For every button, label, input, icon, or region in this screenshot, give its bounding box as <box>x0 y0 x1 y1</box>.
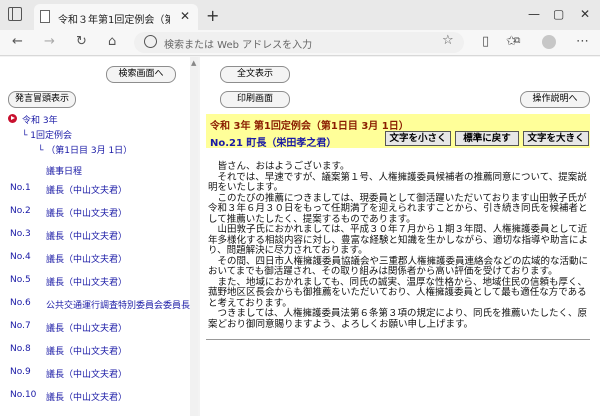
minimize-icon[interactable]: — <box>528 7 540 21</box>
item-label: 議長（中山文夫君） <box>46 186 128 196</box>
scroll-up-arrow-icon[interactable]: ▲ <box>191 59 196 67</box>
speech-paragraph: 皆さん、おはようございます。 <box>217 161 350 172</box>
browser-toolbar: ← → ↻ ⌂ 検索または Web アドレスを入力 ☆ ▯ ✩ ⧉ ⋯ <box>0 30 600 56</box>
item-label: 議長（中山文夫君） <box>46 324 128 334</box>
collections-icon[interactable]: ⧉ <box>514 36 520 46</box>
favorite-star-icon[interactable]: ☆ <box>442 33 454 48</box>
item-number: No.7 <box>10 321 31 331</box>
speech-body: 皆さん、おはようございます。 それでは、早速ですが、議案第１号、人権擁護委員候補… <box>208 161 589 330</box>
list-item[interactable]: No.1 議長（中山文夫君） <box>0 183 190 196</box>
forward-icon[interactable]: → <box>44 34 55 49</box>
item-number: No.4 <box>10 252 31 262</box>
item-label: 議長（中山文夫君） <box>46 278 128 288</box>
item-number: No.3 <box>10 229 31 239</box>
list-item[interactable]: No.5 議長（中山文夫君） <box>0 275 190 288</box>
speech-paragraph: それでは、早速ですが、議案第１号、人権擁護委員候補者の推薦同意について、提案説明… <box>208 171 587 193</box>
address-bar[interactable]: 検索または Web アドレスを入力 <box>134 32 464 53</box>
tree-session[interactable]: └ 1回定例会 <box>22 128 72 141</box>
list-item[interactable]: No.3 議長（中山文夫君） <box>0 229 190 242</box>
speaker-list-button[interactable]: 発言冒頭表示 <box>8 91 76 108</box>
font-reset-button[interactable]: 標準に戻す <box>455 131 519 146</box>
item-label: 公共交通運行調査特別委員会委員長 <box>46 301 191 311</box>
close-window-icon[interactable]: ✕ <box>580 7 590 21</box>
item-number: No.10 <box>10 390 37 400</box>
help-button[interactable]: 操作説明へ <box>520 91 590 108</box>
page-favicon-icon <box>40 10 50 23</box>
item-number: No.5 <box>10 275 31 285</box>
item-label: 議長（中山文夫君） <box>46 209 128 219</box>
tab-title: 令和３年第1回定例会（第1日目 <box>58 15 170 26</box>
item-number: No.6 <box>10 298 31 308</box>
browser-window: 令和３年第1回定例会（第1日目 ✕ + — ▢ ✕ ← → ↻ ⌂ 検索または … <box>0 0 600 416</box>
item-label: 議長（中山文夫君） <box>46 347 128 357</box>
back-icon[interactable]: ← <box>12 34 23 49</box>
maximize-icon[interactable]: ▢ <box>553 7 564 21</box>
list-item[interactable]: No.8 議長（中山文夫君） <box>0 344 190 357</box>
address-placeholder: 検索または Web アドレスを入力 <box>164 40 313 51</box>
item-label: 議長（中山文夫君） <box>46 393 128 403</box>
list-item[interactable]: No.7 議長（中山文夫君） <box>0 321 190 334</box>
list-item[interactable]: No.4 議長（中山文夫君） <box>0 252 190 265</box>
speaker-name: No.21 町長（栄田孝之君） <box>210 138 337 149</box>
browser-tab[interactable]: 令和３年第1回定例会（第1日目 ✕ <box>34 4 198 30</box>
tab-strip: 令和３年第1回定例会（第1日目 ✕ + — ▢ ✕ <box>0 0 600 30</box>
item-label: 議長（中山文夫君） <box>46 255 128 265</box>
font-larger-button[interactable]: 文字を大きく <box>523 131 589 146</box>
item-label: 議長（中山文夫君） <box>46 232 128 242</box>
speech-paragraph: その間、四日市人権擁護委員協議会や三重郡人権擁護委員連絡会などの広域的な活動にお… <box>208 255 589 277</box>
session-header: 令和 3年 第1回定例会（第1日目 3月 1日） No.21 町長（栄田孝之君）… <box>206 114 590 149</box>
home-icon[interactable]: ⌂ <box>108 34 116 49</box>
tab-actions-icon[interactable] <box>8 7 22 21</box>
item-number: No.8 <box>10 344 31 354</box>
speech-paragraph: つきましては、人権擁護委員法第６条第３項の規定により、同氏を推薦いたしたく、原案… <box>208 308 587 330</box>
split-screen-icon[interactable]: ▯ <box>482 34 489 49</box>
tree-session-label: 1回定例会 <box>30 131 73 141</box>
list-item[interactable]: No.10 議長（中山文夫君） <box>0 390 190 403</box>
more-menu-icon[interactable]: ⋯ <box>576 34 589 49</box>
list-item[interactable]: No.6 公共交通運行調査特別委員会委員長 <box>0 298 191 311</box>
expand-bullet-icon <box>8 114 17 123</box>
show-all-button[interactable]: 全文表示 <box>220 66 290 83</box>
item-number: No.2 <box>10 206 31 216</box>
item-number: No.9 <box>10 367 31 377</box>
list-item[interactable]: No.9 議長（中山文夫君） <box>0 367 190 380</box>
search-screen-button[interactable]: 検索画面へ <box>106 66 176 83</box>
list-item[interactable]: No.2 議長（中山文夫君） <box>0 206 190 219</box>
speech-paragraph: また、地域におかれましても、同氏の誠実、温厚な性格から、地域住民の信頼も厚く、菰… <box>208 276 587 309</box>
tree-year[interactable]: 令和 3年 <box>0 113 190 126</box>
new-tab-icon[interactable]: + <box>206 6 219 25</box>
close-tab-icon[interactable]: ✕ <box>180 9 190 23</box>
font-smaller-button[interactable]: 文字を小さく <box>385 131 451 146</box>
speech-paragraph: このたびの推薦につきましては、現委員として御活躍いただいております山田敦子氏が令… <box>208 192 588 225</box>
speech-paragraph: 山田敦子氏におかれましては、平成３０年７月から１期３年間、人権擁護委員として近年… <box>208 224 589 256</box>
item-number: No.1 <box>10 183 31 193</box>
left-frame-index: 検索画面へ 発言冒頭表示 令和 3年 └ 1回定例会 └ （第1日目 3月 1日… <box>0 57 198 416</box>
tree-year-label: 令和 3年 <box>22 116 58 126</box>
search-icon <box>144 35 157 48</box>
divider <box>206 339 590 340</box>
item-label: 議長（中山文夫君） <box>46 370 128 380</box>
refresh-icon[interactable]: ↻ <box>76 34 87 49</box>
session-title: 令和 3年 第1回定例会（第1日目 3月 1日） <box>210 121 409 132</box>
tree-day-label: （第1日目 3月 1日） <box>46 146 133 156</box>
print-screen-button[interactable]: 印刷画面 <box>220 91 290 108</box>
profile-avatar[interactable] <box>542 35 556 49</box>
left-scrollbar[interactable]: ▲ <box>190 57 198 416</box>
right-frame-content: 全文表示 印刷画面 操作説明へ 令和 3年 第1回定例会（第1日目 3月 1日）… <box>200 57 600 416</box>
tree-day[interactable]: └ （第1日目 3月 1日） <box>38 143 132 156</box>
agenda-link[interactable]: 議事日程 <box>46 164 82 177</box>
